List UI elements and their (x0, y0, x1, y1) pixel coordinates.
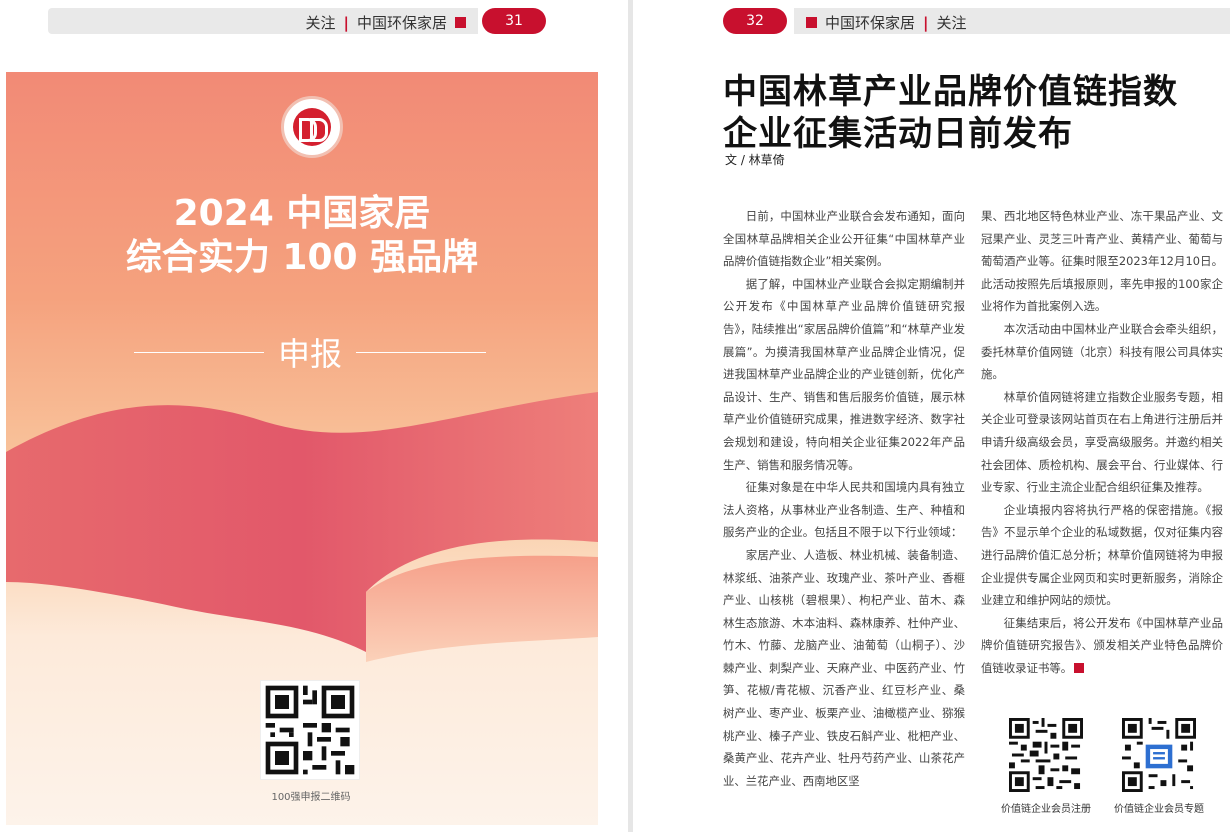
poster-apply-row: 申报 (134, 330, 487, 374)
poster-logo-icon (281, 96, 343, 158)
qr-code-icon (261, 681, 359, 779)
divider (134, 351, 264, 353)
article-title-line2: 企业征集活动日前发布 (723, 114, 1073, 154)
article-byline: 文 / 林草倚 (725, 153, 785, 167)
paragraph: 企业填报内容将执行严格的保密措施。《报告》不显示单个企业的私域数据，仅对征集内容… (981, 502, 1223, 608)
paragraph: 征集对象是在中华人民共和国境内具有独立法人资格，从事林业产业各制造、生产、种植和… (723, 480, 965, 540)
qr-code-icon (1009, 718, 1083, 792)
poster-qr-code[interactable] (260, 680, 360, 780)
paragraph: 本次活动由中国林业产业联合会牵头组织，委托林草价值网链（北京）科技有限公司具体实… (981, 321, 1223, 382)
page-spine (628, 0, 633, 832)
header-follow-label: 关注 (305, 14, 336, 32)
right-header-text: 中国环保家居 | 关注 (806, 12, 967, 33)
paragraph-last: 征集结束后，将公开发布《中国林草产业品牌价值链研究报告》、颁发相关产业特色品牌价… (981, 612, 1223, 680)
poster-apply-text: 申报 (278, 335, 343, 373)
header-column-label: 中国环保家居 (825, 14, 916, 32)
header-separator: | (923, 13, 929, 32)
paragraph: 果、西北地区特色林业产业、冻干果品产业、文冠果产业、灵芝三叶青产业、黄精产业、葡… (981, 209, 1223, 314)
red-square-icon (806, 17, 817, 28)
left-header-text: 关注 | 中国环保家居 (305, 12, 466, 33)
qr-member-topic[interactable]: 价值链企业会员专题 (1114, 718, 1204, 815)
article-column-2: 果、西北地区特色林业产业、冻干果品产业、文冠果产业、灵芝三叶青产业、黄精产业、葡… (981, 205, 1223, 679)
page-number-32: 32 (723, 8, 787, 34)
right-page: 32 中国环保家居 | 关注 中国林草产业品牌价值链指数 企业征集活动日前发布 … (634, 0, 1230, 832)
qr-code-icon (1122, 718, 1196, 792)
paragraph: 林草价值网链将建立指数企业服务专题，相关企业可登录该网站首页在右上角进行注册后并… (981, 389, 1223, 495)
paragraph-text: 征集结束后，将公开发布《中国林草产业品牌价值链研究报告》、颁发相关产业特色品牌价… (981, 615, 1223, 675)
header-follow-label: 关注 (936, 14, 967, 32)
left-page: 关注 | 中国环保家居 31 2024 中国家居 综合实力 100 强品牌 申报 (0, 0, 615, 832)
red-square-icon (455, 17, 466, 28)
header-separator: | (343, 13, 349, 32)
poster: 2024 中国家居 综合实力 100 强品牌 申报 100强申报二维码 (6, 72, 598, 825)
header-column-label: 中国环保家居 (356, 14, 447, 32)
left-header-bar: 关注 | 中国环保家居 (48, 8, 478, 34)
article-title-line1: 中国林草产业品牌价值链指数 (723, 72, 1178, 112)
end-mark-icon (1074, 662, 1085, 673)
poster-ribbon-wave (6, 392, 598, 662)
paragraph: 日前，中国林业产业联合会发布通知，面向全国林草品牌相关企业公开征集“中国林草产业… (723, 209, 965, 269)
qr-label: 价值链企业会员注册 (1001, 804, 1091, 815)
qr-member-register[interactable]: 价值链企业会员注册 (1001, 718, 1091, 815)
poster-qr-label: 100强申报二维码 (271, 792, 351, 803)
divider (356, 351, 487, 353)
paragraph: 据了解，中国林业产业联合会拟定期编制并公开发布《中国林草产业品牌价值链研究报告》… (723, 276, 965, 472)
article-column-1: 日前，中国林业产业联合会发布通知，面向全国林草品牌相关企业公开征集“中国林草产业… (723, 205, 965, 792)
qr-label: 价值链企业会员专题 (1114, 804, 1204, 815)
right-header-bar: 中国环保家居 | 关注 (794, 8, 1230, 34)
poster-title-line1: 2024 中国家居 (173, 193, 431, 234)
paragraph: 家居产业、人造板、林业机械、装备制造、林浆纸、油茶产业、玫瑰产业、茶叶产业、香榧… (723, 547, 965, 788)
poster-title-line2: 综合实力 100 强品牌 (125, 237, 479, 278)
page-number-31: 31 (482, 8, 546, 34)
